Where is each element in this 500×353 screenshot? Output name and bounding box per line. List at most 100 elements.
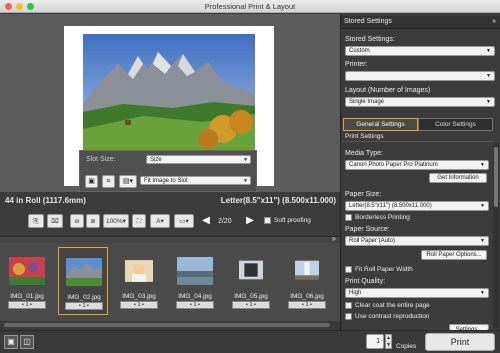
paper-size-text: Letter(8.5"x11") (8.500x11.000) — [220, 196, 336, 205]
bottom-bar: ▣ ◫ 1 ▲ ▼ Copies Print — [0, 330, 500, 353]
contrast-checkbox[interactable]: Use contrast reproduction — [345, 313, 429, 320]
scrollbar-thumb[interactable] — [494, 147, 498, 207]
copy-count: 1 — [249, 302, 253, 308]
thumbnail-image — [125, 260, 153, 282]
media-type-select[interactable]: Canon Photo Paper Pro Platinum ▼ — [345, 160, 489, 170]
media-type-value: Canon Photo Paper Pro Platinum — [349, 162, 438, 168]
crop-icon[interactable]: ⌗ — [102, 175, 115, 188]
settings-panel: Stored Settings » Stored Settings: Custom… — [340, 14, 500, 330]
text-tool-icon[interactable]: A▾ — [150, 214, 170, 228]
slot-size-value: Size — [150, 157, 162, 163]
paper-source-select[interactable]: Roll Paper (Auto) ▼ — [345, 236, 489, 246]
thumbnail-image — [9, 257, 45, 285]
copy-stepper[interactable]: ▪ 1 ▪ — [120, 301, 158, 309]
layout-label: Layout (Number of Images) — [345, 87, 431, 94]
print-settings-heading: Print Settings — [345, 133, 384, 140]
chevron-down-icon: ▼ — [243, 157, 248, 163]
thumbnail-image — [295, 260, 319, 280]
zoom-select[interactable]: 100%▾ — [103, 214, 129, 228]
preview-photo[interactable] — [83, 34, 255, 151]
zoom-out-icon[interactable]: ⊖ — [70, 214, 84, 228]
delete-page-icon[interactable]: ⌧ — [47, 214, 63, 228]
checkbox-box[interactable] — [345, 302, 352, 309]
copy-stepper[interactable]: ▪ 1 ▪ — [176, 301, 214, 309]
tab-color-settings[interactable]: Color Settings — [418, 118, 493, 131]
stored-settings-header[interactable]: Stored Settings » — [341, 16, 500, 29]
panel-scrollbar[interactable] — [493, 143, 499, 328]
thumbnail-item[interactable]: IMG_01.jpg ▪ 1 ▪ — [2, 247, 52, 315]
thumbnail-item[interactable]: IMG_06.jpg ▪ 1 ▪ — [282, 247, 332, 315]
thumbnail-image — [177, 257, 213, 285]
page-tool-icon[interactable]: ▭▾ — [174, 214, 194, 228]
collapse-icon[interactable]: » — [492, 16, 496, 28]
chevron-down-icon: ▼ — [480, 203, 485, 209]
strip-divider[interactable]: » — [0, 234, 340, 243]
printer-label: Printer: — [345, 61, 368, 68]
thumbnail-image — [66, 258, 102, 286]
copies-stepper[interactable]: ▲ ▼ — [385, 334, 392, 349]
thumbnail-name: IMG_04.jpg — [178, 293, 212, 300]
chevron-down-icon: ▼ — [486, 73, 491, 79]
tab-general-settings[interactable]: General Settings — [343, 118, 418, 131]
slot-size-select[interactable]: Size ▼ — [146, 155, 251, 164]
chevron-down-icon: ▼ — [486, 99, 491, 105]
fit-image-select[interactable]: Fit Image to Slot ▼ — [140, 176, 251, 185]
get-information-button[interactable]: Get Information — [429, 173, 487, 183]
print-button[interactable]: Print — [425, 333, 495, 351]
app-window: Professional Print & Layout Slot Size: S… — [0, 0, 500, 353]
checkbox-box[interactable] — [345, 266, 352, 273]
copy-stepper[interactable]: ▪ 1 ▪ — [232, 301, 270, 309]
split-view-icon[interactable]: ◫ — [20, 335, 34, 349]
paper-size-label: Paper Size: — [345, 191, 382, 198]
copy-stepper[interactable]: ▪ 1 ▪ — [65, 302, 103, 310]
fit-view-icon[interactable]: ⛶ — [132, 214, 146, 228]
clear-coat-checkbox[interactable]: Clear coat the entire page — [345, 302, 430, 309]
add-page-icon[interactable]: ⎘ — [28, 214, 44, 228]
thumbnail-name: IMG_01.jpg — [10, 293, 44, 300]
fit-roll-width-checkbox[interactable]: Fit Roll Paper Width — [345, 266, 413, 273]
page-indicator: 2/20 — [218, 218, 232, 225]
stored-settings-select[interactable]: Custom ▼ — [345, 46, 495, 56]
thumbnail-name: IMG_02.jpg — [67, 294, 101, 301]
thumbnail-item[interactable]: IMG_03.jpg ▪ 1 ▪ — [114, 247, 164, 315]
copy-count: 1 — [25, 302, 29, 308]
copy-stepper[interactable]: ▪ 1 ▪ — [8, 301, 46, 309]
single-view-icon[interactable]: ▣ — [4, 335, 18, 349]
zoom-value: 100% — [106, 218, 123, 225]
image-options-icon[interactable]: ▤▾ — [119, 175, 137, 188]
minimize-icon[interactable] — [16, 3, 23, 10]
checkbox-box[interactable] — [345, 313, 352, 320]
thumbnail-scrollbar[interactable] — [0, 321, 340, 329]
printer-select[interactable]: ▼ — [345, 71, 495, 81]
print-quality-label: Print Quality: — [345, 278, 386, 285]
soft-proofing-checkbox[interactable] — [264, 217, 271, 224]
zoom-icon[interactable] — [27, 3, 34, 10]
copy-stepper[interactable]: ▪ 1 ▪ — [288, 301, 326, 309]
fill-slot-icon[interactable]: ▣ — [85, 175, 98, 188]
thumbnail-item[interactable]: IMG_04.jpg ▪ 1 ▪ — [170, 247, 220, 315]
close-icon[interactable] — [5, 3, 12, 10]
scrollbar-thumb[interactable] — [4, 323, 330, 327]
paper-size-select[interactable]: Letter(8.5"x11") (8.500x11.000) ▼ — [345, 201, 489, 211]
window-controls — [5, 3, 34, 10]
next-page-icon[interactable]: ▶ — [242, 214, 258, 228]
layout-select[interactable]: Single Image ▼ — [345, 97, 495, 107]
collapse-icon[interactable]: » — [332, 234, 336, 243]
chevron-down-icon: ▼ — [243, 178, 248, 184]
checkbox-box[interactable] — [345, 214, 352, 221]
zoom-in-icon[interactable]: ⊕ — [86, 214, 100, 228]
copies-input[interactable]: 1 — [366, 334, 384, 349]
title-bar: Professional Print & Layout — [0, 0, 500, 13]
fit-image-value: Fit Image to Slot — [144, 178, 188, 184]
panel-header-label: Stored Settings — [344, 18, 392, 25]
copy-count: 1 — [82, 303, 86, 309]
thumbnail-item-selected[interactable]: IMG_02.jpg ▪ 1 ▪ — [58, 247, 108, 315]
copies-label: Copies — [396, 343, 417, 350]
borderless-checkbox[interactable]: Borderless Printing — [345, 214, 410, 221]
print-quality-select[interactable]: High ▼ — [345, 288, 489, 298]
thumbnail-item[interactable]: IMG_05.jpg ▪ 1 ▪ — [226, 247, 276, 315]
roll-paper-options-button[interactable]: Roll Paper Options... — [421, 250, 487, 260]
previous-page-icon[interactable]: ◀ — [198, 214, 214, 228]
layout-value: Single Image — [349, 99, 385, 105]
info-bar: 44 in Roll (1117.6mm) Letter(8.5"x11") (… — [0, 192, 340, 207]
